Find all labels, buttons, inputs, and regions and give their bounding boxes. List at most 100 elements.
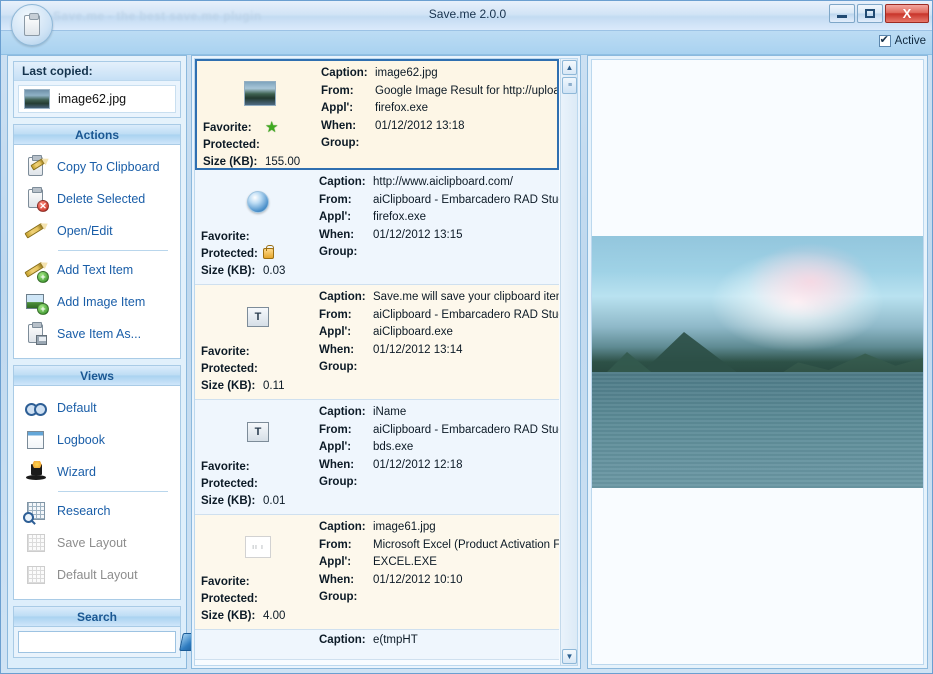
app-window: Save.me - the best save.me plugin Save.m…: [0, 0, 933, 674]
view-default[interactable]: Default: [22, 392, 172, 424]
caption-value: iName: [373, 406, 406, 424]
from-label: From:: [319, 194, 373, 212]
favorite-label: Favorite:: [201, 231, 263, 243]
title-bar: Save.me - the best save.me plugin Save.m…: [1, 1, 933, 31]
action-save-item-as[interactable]: Save Item As...: [22, 318, 172, 350]
from-value: aiClipboard - Embarcadero RAD Studi: [373, 424, 559, 442]
list-item[interactable]: ıı ı Favorite: Protected: Size (KB):4.00…: [195, 515, 559, 630]
list-item[interactable]: Favorite:★ Protected: Size (KB):155.00 C…: [195, 59, 559, 170]
from-value: Google Image Result for http://uploa: [375, 85, 557, 103]
scroll-up-button[interactable]: ▲: [562, 60, 577, 75]
favorite-label: Favorite:: [201, 346, 263, 358]
views-panel: Views Default Logbook Wizard: [13, 365, 181, 600]
when-label: When:: [321, 120, 375, 138]
view-research[interactable]: Research: [22, 495, 172, 527]
action-add-image-item[interactable]: + Add Image Item: [22, 286, 172, 318]
text-icon: T: [247, 307, 269, 327]
search-panel: Search ✖: [13, 606, 181, 658]
magic-hat-icon: [24, 460, 48, 484]
caption-label: Caption:: [319, 176, 373, 194]
grid-save-icon: [24, 531, 48, 555]
list-item[interactable]: T Favorite: Protected: Size (KB):0.01 Ca…: [195, 400, 559, 515]
when-label: When:: [319, 344, 373, 362]
size-label: Size (KB):: [201, 495, 263, 507]
lock-icon[interactable]: [263, 248, 274, 259]
window-controls: X: [829, 4, 929, 23]
last-copied-name: image62.jpg: [58, 92, 126, 106]
appl-value: firefox.exe: [375, 102, 428, 120]
search-header: Search: [14, 607, 180, 627]
actions-divider: [58, 250, 168, 251]
action-add-text-item[interactable]: + Add Text Item: [22, 254, 172, 286]
when-value: 01/12/2012 12:18: [373, 459, 463, 477]
view-label: Default: [57, 401, 97, 415]
image-thumbnail: [244, 81, 276, 106]
action-label: Open/Edit: [57, 224, 113, 238]
view-label: Research: [57, 504, 111, 518]
size-value: 0.01: [263, 495, 285, 507]
views-header: Views: [14, 366, 180, 386]
size-label: Size (KB):: [203, 156, 265, 168]
size-label: Size (KB):: [201, 610, 263, 622]
search-input[interactable]: [21, 633, 180, 651]
favorite-star-icon[interactable]: ★: [265, 120, 278, 135]
caption-label: Caption:: [319, 406, 373, 424]
clipboard-save-icon: [24, 322, 48, 346]
minimize-icon: [837, 15, 847, 18]
appl-label: Appl':: [319, 326, 373, 344]
actions-body: Copy To Clipboard ✕ Delete Selected Open…: [14, 145, 180, 358]
action-label: Add Image Item: [57, 295, 145, 309]
when-value: 01/12/2012 13:15: [373, 229, 463, 247]
action-delete-selected[interactable]: ✕ Delete Selected: [22, 183, 172, 215]
from-label: From:: [319, 309, 373, 327]
action-copy-to-clipboard[interactable]: Copy To Clipboard: [22, 151, 172, 183]
logbook-icon: [24, 428, 48, 452]
from-value: aiClipboard - Embarcadero RAD Studi: [373, 309, 559, 327]
active-checkbox[interactable]: [879, 35, 891, 47]
size-value: 0.11: [263, 380, 285, 392]
appl-value: firefox.exe: [373, 211, 426, 229]
active-toggle[interactable]: Active: [879, 35, 926, 47]
appl-value: aiClipboard.exe: [373, 326, 453, 344]
favorite-label: Favorite:: [201, 461, 263, 473]
size-value: 155.00: [265, 156, 300, 168]
view-save-layout[interactable]: Save Layout: [22, 527, 172, 559]
last-copied-item[interactable]: image62.jpg: [18, 85, 176, 113]
active-label: Active: [895, 35, 926, 47]
protected-label: Protected:: [201, 593, 263, 605]
scroll-thumb[interactable]: ≡: [562, 77, 577, 94]
scroll-down-button[interactable]: ▼: [562, 649, 577, 664]
close-button[interactable]: X: [885, 4, 929, 23]
list-item[interactable]: T Favorite: Protected: Size (KB):0.11 Ca…: [195, 285, 559, 400]
size-value: 4.00: [263, 610, 285, 622]
action-label: Copy To Clipboard: [57, 160, 160, 174]
appl-label: Appl':: [319, 556, 373, 574]
glasses-icon: [24, 396, 48, 420]
view-wizard[interactable]: Wizard: [22, 456, 172, 488]
search-row: ✖: [18, 631, 176, 653]
preview-area[interactable]: [591, 59, 924, 665]
maximize-button[interactable]: [857, 4, 883, 23]
list-item[interactable]: Caption:e(tmpHT: [195, 630, 559, 660]
list-scrollbar[interactable]: ▲ ≡ ▼: [560, 59, 577, 665]
clipboard-icon: [11, 4, 53, 46]
action-label: Save Item As...: [57, 327, 141, 341]
actions-header: Actions: [14, 125, 180, 145]
favorite-label: Favorite:: [203, 122, 265, 134]
clipboard-list: Favorite:★ Protected: Size (KB):155.00 C…: [194, 58, 578, 666]
view-default-layout[interactable]: Default Layout: [22, 559, 172, 591]
action-open-edit[interactable]: Open/Edit: [22, 215, 172, 247]
group-label: Group:: [319, 361, 373, 379]
minimize-button[interactable]: [829, 4, 855, 23]
lake-and-mountains-photo: [592, 236, 923, 488]
maximize-icon: [865, 9, 875, 18]
view-logbook[interactable]: Logbook: [22, 424, 172, 456]
when-value: 01/12/2012 13:14: [373, 344, 463, 362]
size-label: Size (KB):: [201, 380, 263, 392]
list-item[interactable]: Favorite: Protected: Size (KB):0.03 Capt…: [195, 170, 559, 285]
action-label: Add Text Item: [57, 263, 133, 277]
appl-label: Appl':: [319, 441, 373, 459]
research-grid-icon: [24, 499, 48, 523]
view-label: Save Layout: [57, 536, 127, 550]
preview-panel: [587, 55, 928, 669]
